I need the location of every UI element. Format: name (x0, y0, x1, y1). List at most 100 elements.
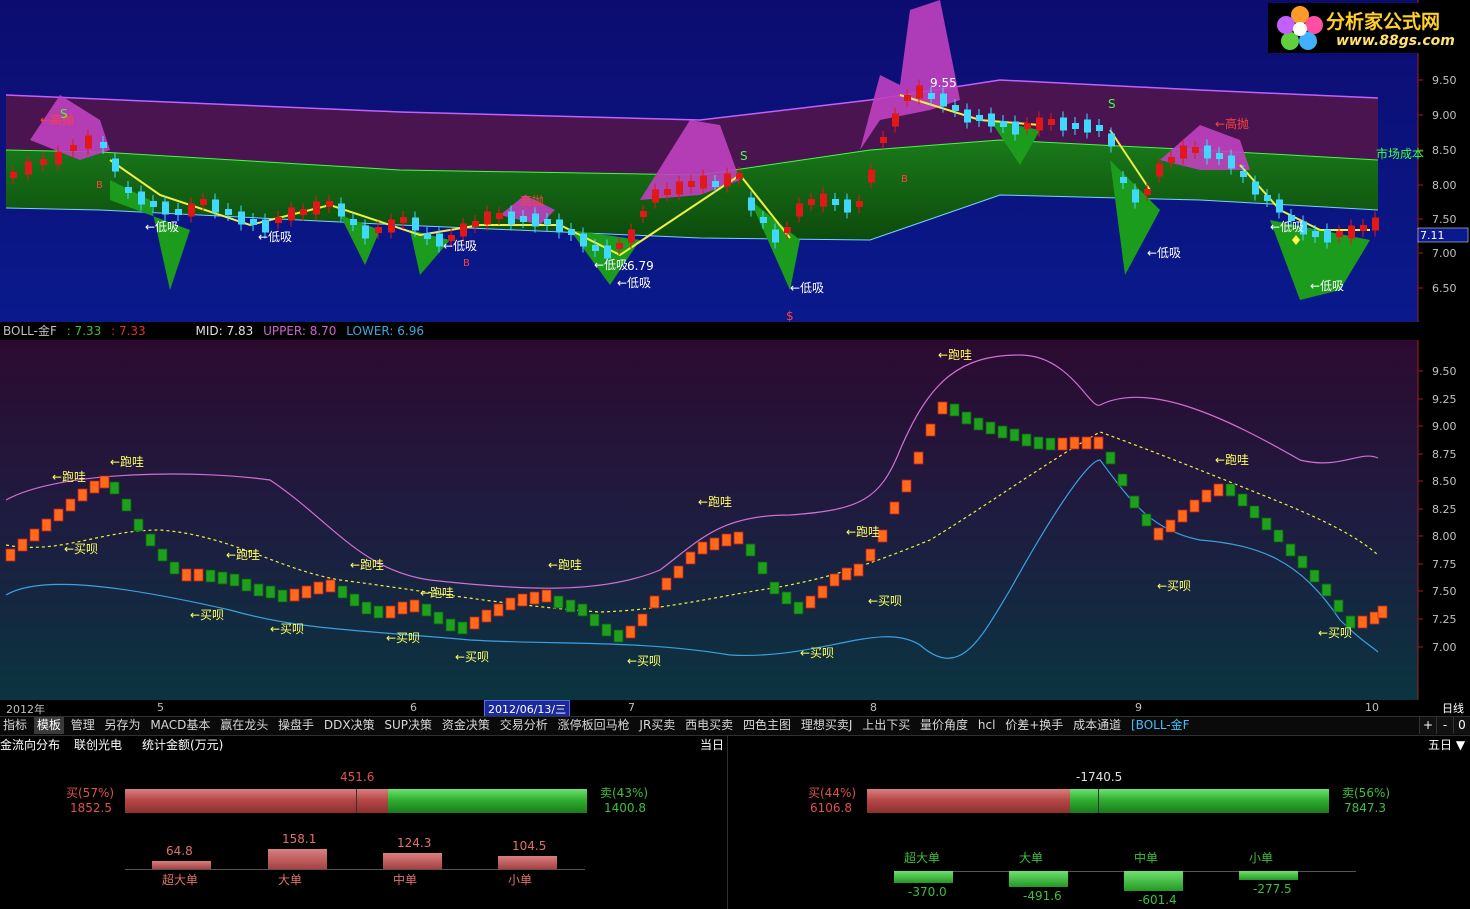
buy-signal-label: ←买呗 (270, 622, 304, 636)
run-signal-label: ←跑哇 (846, 525, 880, 539)
tab-cost-channel[interactable]: 成本通道 (1070, 717, 1124, 734)
boll-candle (41, 518, 52, 532)
tab-jr[interactable]: JR买卖 (636, 717, 678, 734)
boll-candle (901, 479, 912, 493)
candle-body (275, 217, 282, 223)
candle-body (676, 181, 683, 195)
candle-body (580, 233, 587, 247)
boll-candle (961, 411, 972, 425)
buy-low-label: ←低吸 (1310, 279, 1344, 293)
tab-macd[interactable]: MACD基本 (147, 717, 213, 734)
tab-trade-analysis[interactable]: 交易分析 (497, 717, 551, 734)
boll-candle (1057, 437, 1068, 451)
category-value: 104.5 (512, 839, 547, 853)
tab-sup[interactable]: SUP决策 (381, 717, 435, 734)
date-axis: 2012年 5 6 7 8 9 10 2012/06/13/三 日线 (0, 700, 1470, 718)
price-tick-label: 6.50 (1432, 282, 1457, 295)
indicator-name[interactable]: BOLL-金F (3, 324, 57, 338)
candle-body (556, 219, 563, 233)
category-value: -491.6 (1023, 889, 1062, 903)
candle-body (1144, 189, 1151, 195)
boll-candle (29, 528, 40, 542)
candle-body (1192, 147, 1199, 153)
boll-candle (577, 603, 588, 617)
fund-panel-today: 451.6 买(57%) 1852.5 卖(43%) 1400.8 64.8 超大… (0, 753, 727, 909)
category-bar (268, 849, 327, 869)
zoom-out-button[interactable]: - (1436, 717, 1453, 734)
low-price-label: 6.79 (627, 259, 654, 273)
tab-trader[interactable]: 操盘手 (275, 717, 317, 734)
tab-dragon-head[interactable]: 赢在龙头 (217, 717, 271, 734)
period-selector[interactable]: 日线 (1442, 700, 1464, 716)
candle-body (1132, 189, 1139, 203)
price-tick-label: 7.50 (1432, 213, 1457, 226)
tab-fund[interactable]: 资金决策 (439, 717, 493, 734)
boll-candle (937, 401, 948, 415)
tab-spread[interactable]: 价差+换手 (1002, 717, 1066, 734)
boll-candle (445, 618, 456, 632)
candle-body (150, 201, 157, 207)
boll-candle (469, 616, 480, 630)
watermark-logo: 分析家公式网 www.88gs.com (1268, 3, 1466, 53)
date-tick: 10 (1365, 701, 1379, 714)
main-price-chart[interactable]: 9.50 9.00 8.50 8.00 7.50 7.00 6.50 7.11 市场成本 ←… (0, 0, 1470, 323)
candle-body (616, 243, 623, 249)
boll-candle (1021, 433, 1032, 447)
category-name: 大单 (278, 873, 303, 887)
boll-candle (1213, 483, 1224, 497)
candle-body (904, 95, 911, 101)
boll-tick-label: 8.25 (1432, 503, 1457, 516)
reset-button[interactable]: 0 (1453, 717, 1470, 734)
tab-ideal[interactable]: 理想买卖J (798, 717, 856, 734)
tab-limit-up[interactable]: 涨停板回马枪 (555, 717, 633, 734)
buy-amount: 6106.8 (810, 801, 852, 815)
candle-body (400, 217, 407, 223)
right-period-selector[interactable]: 五日 ▼ (1428, 736, 1465, 753)
date-tick: 2012年 (6, 703, 45, 716)
boll-chart[interactable]: ←跑哇 ←跑哇 ←跑哇 ←跑哇 ←跑哇 ←跑哇 ←跑哇 ←跑哇 ←跑哇 ←跑哇 … (0, 340, 1470, 700)
candle-body (1252, 181, 1259, 195)
price-tick-label: 9.00 (1432, 109, 1457, 122)
tab-save-as[interactable]: 另存为 (102, 717, 144, 734)
tab-xidian[interactable]: 西电买卖 (682, 717, 736, 734)
candle-body (100, 142, 107, 148)
tab-indicator[interactable]: 指标 (0, 717, 30, 734)
boll-candle (661, 577, 672, 591)
boll-candle (541, 589, 552, 603)
boll-tick-label: 9.50 (1432, 365, 1457, 378)
date-tick: 6 (410, 701, 417, 714)
tab-volume-angle[interactable]: 量价角度 (917, 717, 971, 734)
boll-candle (361, 601, 372, 615)
candle-body (496, 213, 503, 219)
zoom-in-button[interactable]: + (1419, 717, 1436, 734)
candle-body (892, 113, 899, 127)
boll-candle (1321, 583, 1332, 597)
boll-candle (325, 579, 336, 593)
buy-signal-label: ←买呗 (800, 646, 834, 660)
category-value: 124.3 (397, 836, 432, 850)
tab-up-down[interactable]: 上出下买 (859, 717, 913, 734)
tab-manage[interactable]: 管理 (68, 717, 98, 734)
boll-candle (89, 480, 100, 494)
candle-body (1108, 133, 1115, 147)
tab-four-color[interactable]: 四色主图 (740, 717, 794, 734)
tab-boll[interactable]: [BOLL-金F (1128, 717, 1193, 734)
boll-candle (457, 621, 468, 635)
category-name: 超大单 (162, 873, 199, 887)
boll-tick-label: 9.25 (1432, 393, 1457, 406)
buy-percent-label: 买(44%) (808, 786, 857, 800)
candle-body (1120, 177, 1127, 183)
candle-body (700, 175, 707, 189)
category-value: -370.0 (908, 885, 947, 899)
boll-candle (277, 589, 288, 603)
candle-body (736, 173, 743, 179)
tab-template[interactable]: 模板 (33, 717, 64, 734)
tab-hcl[interactable]: hcl (975, 717, 999, 734)
tab-ddx[interactable]: DDX决策 (321, 717, 378, 734)
boll-candle (65, 498, 76, 512)
boll-tick-label: 7.50 (1432, 585, 1457, 598)
candle-body (1156, 163, 1163, 177)
date-tick: 8 (870, 701, 877, 714)
boll-candle (53, 508, 64, 522)
boll-tick-label: 7.25 (1432, 613, 1457, 626)
